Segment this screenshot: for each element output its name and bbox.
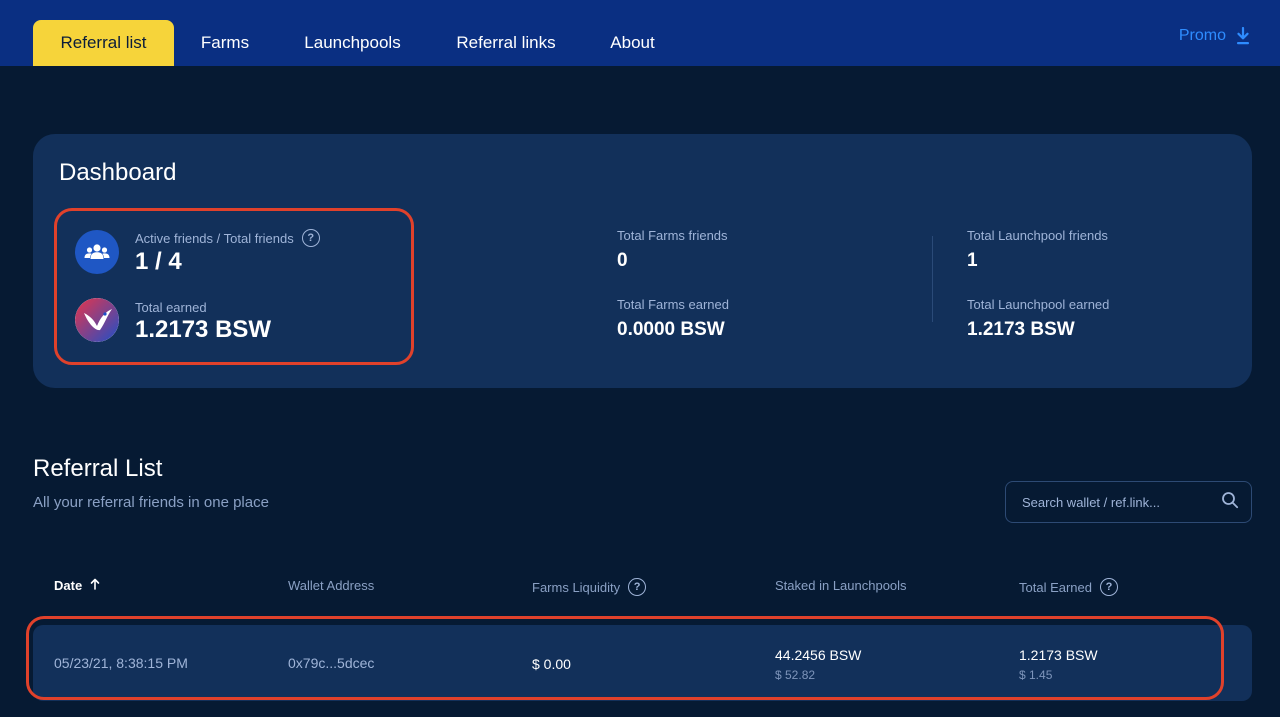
dashboard-card: Dashboard Active friends / Total friends… <box>33 134 1252 388</box>
row-highlight-box <box>26 616 1224 700</box>
friends-icon <box>75 230 119 274</box>
dashboard-title: Dashboard <box>59 159 177 186</box>
launchpool-friends-label: Total Launchpool friends <box>967 228 1108 243</box>
tab-referral-links[interactable]: Referral links <box>441 20 571 66</box>
help-icon[interactable]: ? <box>301 229 320 247</box>
tab-about[interactable]: About <box>596 20 669 66</box>
search-icon[interactable] <box>1221 491 1239 514</box>
active-friends-value: 1 / 4 <box>135 248 182 275</box>
column-header-wallet: Wallet Address <box>288 578 375 593</box>
total-earned-label: Total earned <box>135 300 207 315</box>
bsw-logo-icon <box>75 298 119 342</box>
total-earned-value: 1.2173 BSW <box>135 316 272 343</box>
column-header-earned-label: Total Earned <box>1019 579 1092 595</box>
sort-arrow-up-icon <box>90 578 100 593</box>
farms-earned-value: 0.0000 BSW <box>617 319 725 340</box>
column-header-farms-liquidity: Farms Liquidity ? <box>532 578 647 596</box>
promo-button[interactable]: Promo <box>1179 27 1250 45</box>
stats-divider <box>932 236 933 322</box>
column-header-total-earned: Total Earned ? <box>1019 578 1118 596</box>
tab-referral-list[interactable]: Referral list <box>33 20 174 66</box>
help-icon[interactable]: ? <box>628 578 647 596</box>
tab-farms[interactable]: Farms <box>186 20 264 66</box>
column-header-staked: Staked in Launchpools <box>775 578 907 593</box>
referral-list-title: Referral List <box>33 455 163 482</box>
referral-list-subtitle: All your referral friends in one place <box>33 494 269 511</box>
farms-friends-value: 0 <box>617 250 628 271</box>
top-nav: Referral list Farms Launchpools Referral… <box>0 0 1280 66</box>
launchpool-friends-value: 1 <box>967 250 978 271</box>
launchpool-earned-value: 1.2173 BSW <box>967 319 1075 340</box>
search-input[interactable] <box>1022 494 1221 510</box>
farms-friends-label: Total Farms friends <box>617 228 728 243</box>
help-icon[interactable]: ? <box>1100 578 1118 596</box>
launchpool-earned-label: Total Launchpool earned <box>967 297 1110 312</box>
tab-launchpools[interactable]: Launchpools <box>289 20 416 66</box>
column-header-farms-label: Farms Liquidity <box>532 579 621 595</box>
download-icon <box>1236 27 1250 45</box>
promo-label: Promo <box>1178 27 1226 44</box>
search-box <box>1005 481 1252 523</box>
farms-earned-label: Total Farms earned <box>617 297 729 312</box>
active-friends-label: Active friends / Total friends ? <box>135 229 320 247</box>
column-header-date-label: Date <box>54 578 83 593</box>
active-friends-label-text: Active friends / Total friends <box>135 230 294 246</box>
column-header-date[interactable]: Date <box>54 578 100 593</box>
